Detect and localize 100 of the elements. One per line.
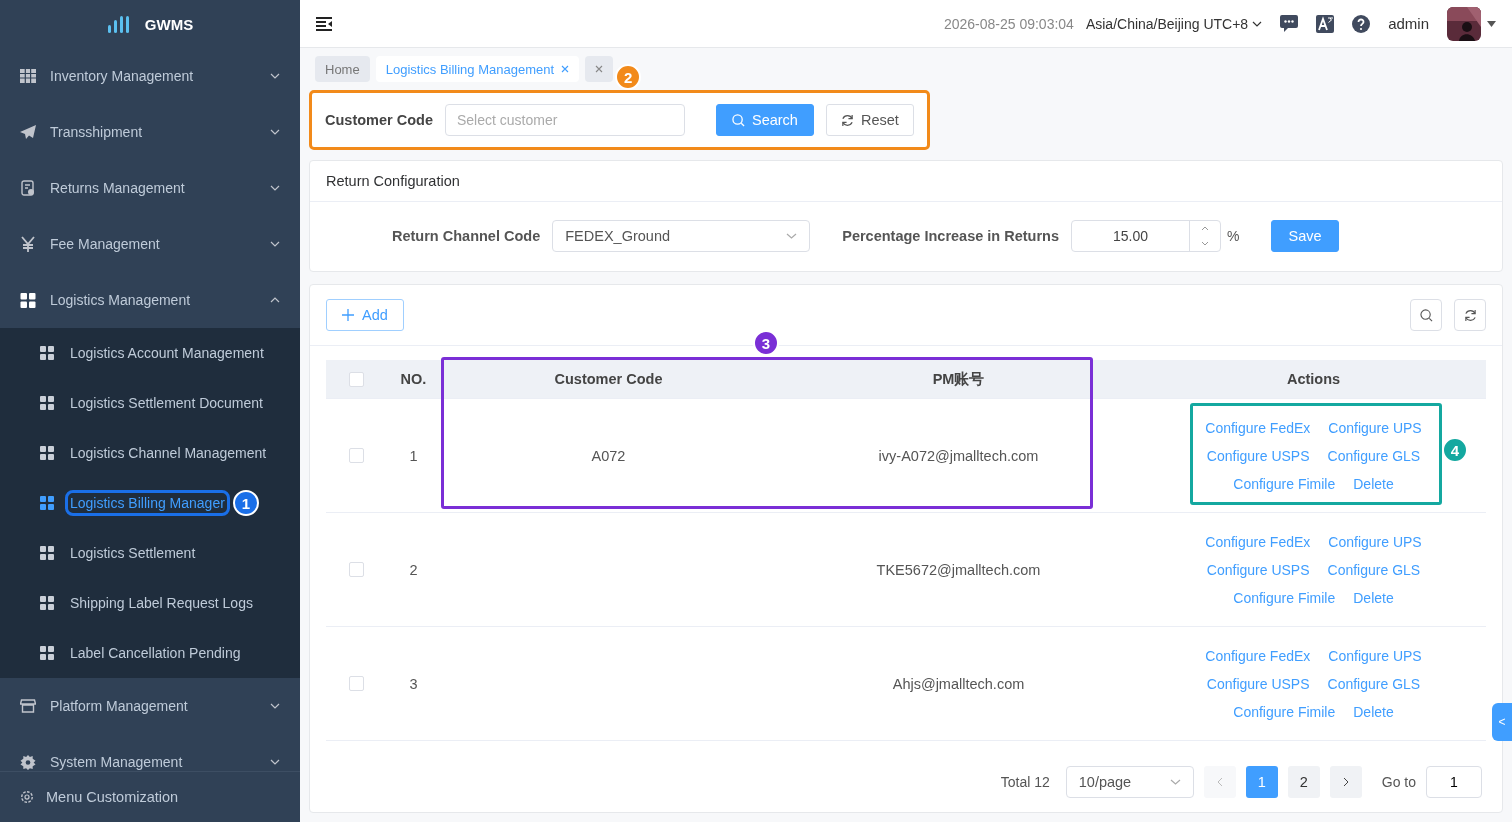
translate-icon[interactable] xyxy=(1316,14,1335,33)
page-size-select[interactable]: 10/page xyxy=(1065,766,1194,798)
channel-select[interactable]: FEDEX_Ground xyxy=(552,220,811,252)
column-header: PM账号 xyxy=(932,369,985,389)
grid-icon xyxy=(40,446,54,460)
refresh-button[interactable] xyxy=(1454,299,1486,331)
logo-icon xyxy=(106,15,131,33)
unit-text: % xyxy=(1227,228,1240,244)
action-link[interactable]: Configure UPS xyxy=(1328,647,1422,664)
chevron-down-icon xyxy=(1252,20,1263,27)
action-link[interactable]: Configure USPS xyxy=(1206,675,1310,692)
action-link[interactable]: Configure FedEx xyxy=(1205,647,1311,664)
row-checkbox[interactable] xyxy=(348,448,364,463)
row-checkbox[interactable] xyxy=(348,676,364,691)
chevron-up-icon xyxy=(270,297,280,303)
column-header: Actions xyxy=(1286,371,1341,387)
table-cell: 1 xyxy=(409,447,418,464)
field-label: Percentage Increase in Returns xyxy=(842,228,1060,244)
select-all-checkbox[interactable] xyxy=(348,371,364,387)
increment-icon[interactable] xyxy=(1201,226,1210,231)
grid-icon xyxy=(40,496,54,510)
menu-item[interactable]: Platform Management xyxy=(0,678,300,734)
close-icon[interactable] xyxy=(561,65,570,73)
close-icon[interactable] xyxy=(595,65,604,73)
store-icon xyxy=(20,699,36,713)
grid-icon xyxy=(40,546,54,560)
action-link[interactable]: Configure GLS xyxy=(1327,561,1421,578)
search-icon xyxy=(731,113,745,127)
action-link[interactable]: Configure Fimile xyxy=(1233,475,1336,492)
action-link[interactable]: Configure FedEx xyxy=(1205,419,1311,436)
action-link[interactable]: Delete xyxy=(1353,589,1394,606)
chevron-down-icon xyxy=(270,185,280,191)
chevron-down-icon xyxy=(1169,779,1181,785)
collapse-tab[interactable]: < xyxy=(1492,703,1512,741)
page-tab[interactable]: Home xyxy=(315,56,370,82)
user-name[interactable]: admin xyxy=(1388,15,1429,32)
reset-button[interactable]: Reset xyxy=(825,104,914,136)
action-link[interactable]: Configure Fimile xyxy=(1233,589,1336,606)
annotation-badge: 4 xyxy=(1442,437,1468,463)
menu-item[interactable]: Returns Management xyxy=(0,160,300,216)
chevron-right-icon xyxy=(1342,777,1349,787)
search-button[interactable] xyxy=(1410,299,1442,331)
chevron-down-icon xyxy=(270,73,280,79)
submenu-item[interactable]: Logistics Settlement Document xyxy=(0,378,300,428)
menu-item[interactable]: Fee Management xyxy=(0,216,300,272)
page-tab[interactable] xyxy=(585,56,614,82)
column-header: Customer Code xyxy=(554,371,663,387)
caret-down-icon[interactable] xyxy=(1487,20,1496,27)
menu-item[interactable]: Inventory Management xyxy=(0,48,300,104)
add-button[interactable]: Add xyxy=(326,299,404,331)
row-checkbox[interactable] xyxy=(348,562,364,577)
action-link[interactable]: Delete xyxy=(1353,703,1394,720)
menu-item[interactable]: Transshipment xyxy=(0,104,300,160)
page-button[interactable]: 2 xyxy=(1287,766,1320,798)
submenu-item[interactable]: Label Cancellation Pending xyxy=(0,628,300,678)
customer-select[interactable]: Select customer xyxy=(444,104,685,136)
save-button[interactable]: Save xyxy=(1271,220,1339,252)
timezone-dropdown[interactable]: Asia/China/Beijing UTC+8 xyxy=(1085,15,1263,32)
help-icon[interactable] xyxy=(1352,14,1371,33)
action-link[interactable]: Configure Fimile xyxy=(1233,703,1336,720)
refresh-icon xyxy=(840,113,854,127)
plus-icon xyxy=(342,309,354,321)
submenu-item[interactable]: Logistics Billing Manager 1 xyxy=(0,478,300,528)
menu-icon[interactable] xyxy=(316,16,333,31)
settings-icon xyxy=(20,790,34,804)
chevron-down-icon xyxy=(270,241,280,247)
action-link[interactable]: Configure USPS xyxy=(1206,447,1310,464)
table-cell: TKE5672@jmalltech.com xyxy=(876,561,1041,578)
yen-icon xyxy=(20,236,36,252)
action-link[interactable]: Configure GLS xyxy=(1327,447,1421,464)
goto-page-input[interactable]: 1 xyxy=(1426,766,1482,798)
chevron-down-icon xyxy=(270,703,280,709)
action-link[interactable]: Configure GLS xyxy=(1327,675,1421,692)
grid-icon xyxy=(40,396,54,410)
submenu-item[interactable]: Logistics Account Management xyxy=(0,328,300,378)
annotation-badge: 3 xyxy=(753,330,779,356)
submenu-item[interactable]: Shipping Label Request Logs xyxy=(0,578,300,628)
submenu-item[interactable]: Logistics Settlement xyxy=(0,528,300,578)
action-link[interactable]: Configure FedEx xyxy=(1205,533,1311,550)
table-cell: ivy-A072@jmalltech.com xyxy=(878,447,1039,464)
page-tab[interactable]: Logistics Billing Management xyxy=(375,56,580,82)
submenu-item[interactable]: Logistics Channel Management xyxy=(0,428,300,478)
action-link[interactable]: Configure UPS xyxy=(1328,419,1422,436)
table-icon xyxy=(20,69,36,83)
action-link[interactable]: Delete xyxy=(1353,475,1394,492)
chevron-left-icon xyxy=(1216,777,1223,787)
menu-item[interactable]: Logistics Management xyxy=(0,272,300,328)
search-icon xyxy=(1419,308,1433,322)
percent-input[interactable]: 15.00 xyxy=(1071,220,1222,252)
table-cell: Ahjs@jmalltech.com xyxy=(892,675,1025,692)
page-button[interactable]: 1 xyxy=(1245,766,1278,798)
search-button[interactable]: Search xyxy=(715,104,814,136)
field-label: Customer Code xyxy=(325,112,433,128)
action-link[interactable]: Configure USPS xyxy=(1206,561,1310,578)
annotation-badge: 2 xyxy=(615,64,642,90)
chat-icon[interactable] xyxy=(1280,15,1299,32)
action-link[interactable]: Configure UPS xyxy=(1328,533,1422,550)
grid-icon xyxy=(40,346,54,360)
field-label: Return Channel Code xyxy=(392,228,541,244)
decrement-icon[interactable] xyxy=(1201,241,1210,246)
